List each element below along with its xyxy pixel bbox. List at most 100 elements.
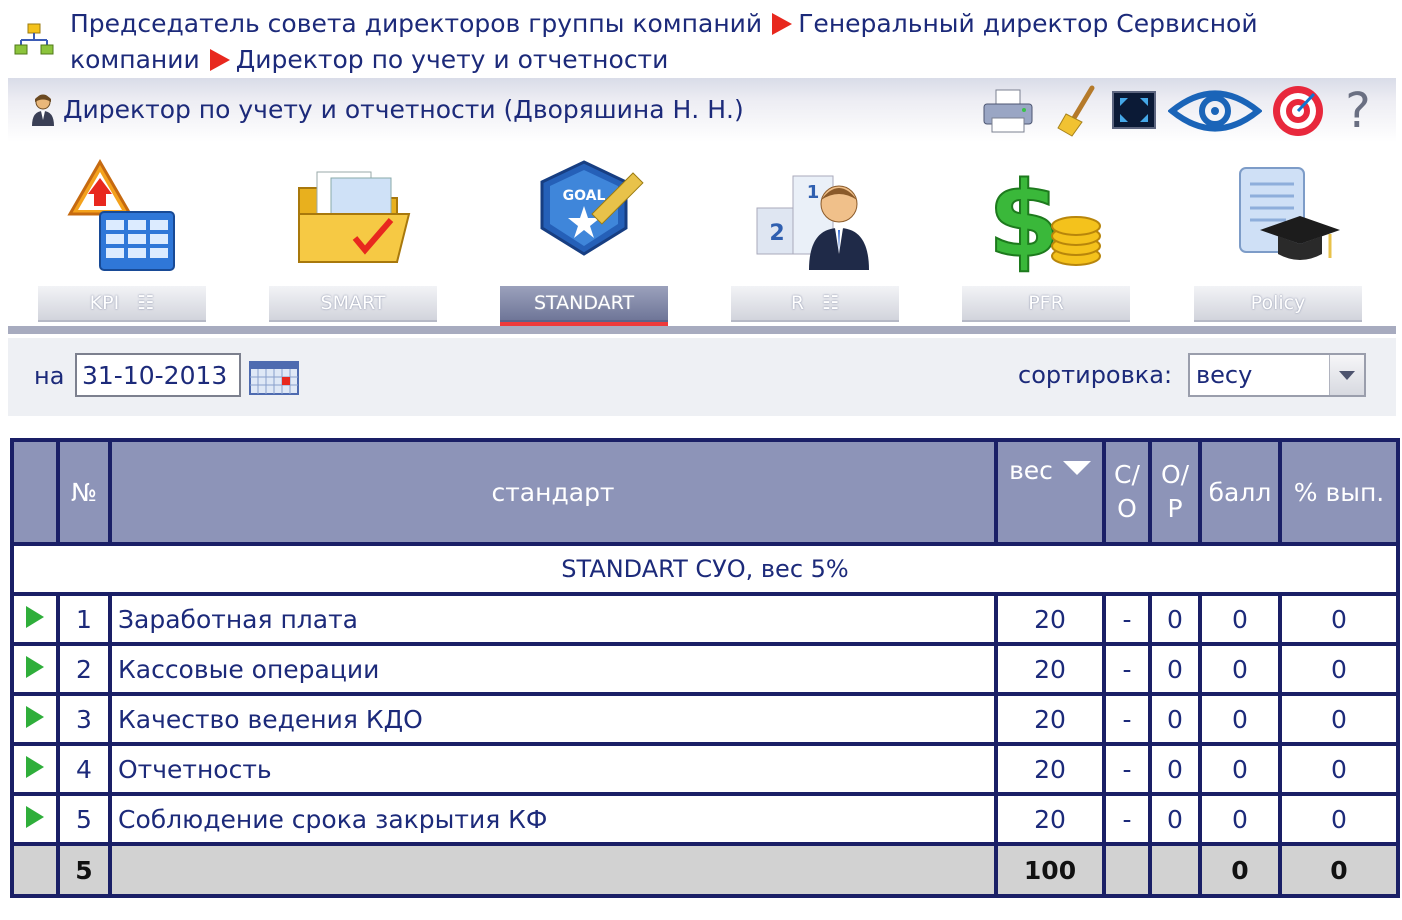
- calendar-icon[interactable]: [248, 360, 300, 396]
- eye-icon[interactable]: [1168, 84, 1262, 138]
- svg-text:1: 1: [807, 182, 820, 203]
- fullscreen-icon[interactable]: [1110, 84, 1158, 138]
- broom-icon[interactable]: [1054, 84, 1100, 138]
- total-count: 5: [56, 842, 112, 898]
- module-label: Policy: [1194, 286, 1362, 322]
- filter-bar: на сортировка: весу: [8, 338, 1396, 416]
- cell-co: -: [1102, 692, 1152, 746]
- printer-icon[interactable]: [978, 84, 1038, 138]
- goal-icon: GOAL: [540, 160, 644, 256]
- expand-cell[interactable]: [10, 792, 60, 846]
- breadcrumb: Председатель совета директоров группы ко…: [12, 4, 1352, 74]
- module-label: KPI ☷: [38, 286, 206, 322]
- expand-arrow-icon[interactable]: [26, 805, 44, 828]
- col-score[interactable]: балл: [1198, 438, 1282, 546]
- cell-name[interactable]: Соблюдение срока закрытия КФ: [108, 792, 998, 846]
- module-pfr[interactable]: $ PFR: [962, 158, 1130, 338]
- chevron-down-icon[interactable]: [1329, 355, 1364, 395]
- page-title: Директор по учету и отчетности (Дворяшин…: [63, 95, 744, 124]
- module-r[interactable]: 2 1 R ☷: [731, 158, 899, 338]
- col-co[interactable]: С/О: [1102, 438, 1152, 546]
- cell-name[interactable]: Отчетность: [108, 742, 998, 796]
- ranking-icon: 2 1: [756, 175, 869, 270]
- cell-num: 2: [56, 642, 112, 696]
- user-icon: [32, 94, 54, 126]
- expand-cell[interactable]: [10, 692, 60, 746]
- col-standard[interactable]: стандарт: [108, 438, 998, 546]
- col-op[interactable]: О/Р: [1148, 438, 1202, 546]
- total-empty: [1102, 842, 1152, 898]
- expand-arrow-icon[interactable]: [26, 655, 44, 678]
- org-chart-icon: [14, 23, 54, 55]
- svg-text:2: 2: [769, 221, 784, 246]
- expand-cell[interactable]: [10, 592, 60, 646]
- cell-num: 4: [56, 742, 112, 796]
- table-row[interactable]: 1 Заработная плата 20 - 0 0 0: [10, 592, 1400, 646]
- sort-select[interactable]: весу: [1188, 353, 1366, 397]
- total-empty: [1148, 842, 1202, 898]
- cell-weight: 20: [994, 692, 1106, 746]
- target-icon[interactable]: [1270, 84, 1326, 138]
- expand-arrow-icon[interactable]: [26, 705, 44, 728]
- cell-co: -: [1102, 792, 1152, 846]
- cell-name[interactable]: Заработная плата: [108, 592, 998, 646]
- breadcrumb-item-accounting-director[interactable]: Директор по учету и отчетности: [236, 45, 669, 74]
- cell-pct: 0: [1278, 792, 1400, 846]
- cell-op: 0: [1148, 692, 1202, 746]
- expand-arrow-icon[interactable]: [26, 605, 44, 628]
- expand-arrow-icon[interactable]: [26, 755, 44, 778]
- svg-text:GOAL: GOAL: [563, 188, 606, 204]
- table-row[interactable]: 5 Соблюдение срока закрытия КФ 20 - 0 0 …: [10, 792, 1400, 846]
- module-policy[interactable]: Policy: [1194, 158, 1362, 338]
- total-empty: [108, 842, 998, 898]
- total-pct: 0: [1278, 842, 1400, 898]
- cell-weight: 20: [994, 642, 1106, 696]
- breadcrumb-arrow-icon: [772, 13, 793, 35]
- cell-weight: 20: [994, 592, 1106, 646]
- breadcrumb-arrow-icon: [209, 49, 230, 71]
- cell-name[interactable]: Кассовые операции: [108, 642, 998, 696]
- group-row: STANDART СУО, вес 5%: [10, 542, 1400, 596]
- cell-op: 0: [1148, 592, 1202, 646]
- cell-co: -: [1102, 592, 1152, 646]
- module-label: R ☷: [731, 286, 899, 322]
- table-header-row: № стандарт вес С/О О/Р балл % вып.: [10, 438, 1400, 546]
- module-label: PFR: [962, 286, 1130, 322]
- module-kpi[interactable]: KPI ☷: [38, 158, 206, 338]
- module-smart[interactable]: SMART: [269, 158, 437, 338]
- module-label: STANDART: [500, 286, 668, 322]
- table-row[interactable]: 3 Качество ведения КДО 20 - 0 0 0: [10, 692, 1400, 746]
- cell-pct: 0: [1278, 592, 1400, 646]
- module-standart[interactable]: GOAL STANDART: [500, 158, 668, 338]
- cell-op: 0: [1148, 642, 1202, 696]
- cell-score: 0: [1198, 792, 1282, 846]
- cell-op: 0: [1148, 792, 1202, 846]
- cell-num: 3: [56, 692, 112, 746]
- total-score: 0: [1198, 842, 1282, 898]
- expand-cell[interactable]: [10, 642, 60, 696]
- table-row[interactable]: 4 Отчетность 20 - 0 0 0: [10, 742, 1400, 796]
- help-icon[interactable]: ?: [1338, 84, 1378, 138]
- money-icon: $: [987, 158, 1101, 278]
- cell-pct: 0: [1278, 642, 1400, 696]
- total-empty: [10, 842, 60, 898]
- date-input[interactable]: [75, 353, 241, 397]
- cell-weight: 20: [994, 792, 1106, 846]
- cell-op: 0: [1148, 742, 1202, 796]
- cell-pct: 0: [1278, 742, 1400, 796]
- kpi-icon: [67, 158, 175, 271]
- breadcrumb-item-chairman[interactable]: Председатель совета директоров группы ко…: [70, 9, 762, 38]
- expand-cell[interactable]: [10, 742, 60, 796]
- cell-name[interactable]: Качество ведения КДО: [108, 692, 998, 746]
- cell-co: -: [1102, 642, 1152, 696]
- module-label: SMART: [269, 286, 437, 322]
- col-pct[interactable]: % вып.: [1278, 438, 1400, 546]
- diploma-icon: [1239, 167, 1340, 260]
- cell-weight: 20: [994, 742, 1106, 796]
- cell-score: 0: [1198, 592, 1282, 646]
- cell-score: 0: [1198, 692, 1282, 746]
- col-expand: [10, 438, 60, 546]
- col-weight[interactable]: вес: [994, 438, 1106, 546]
- table-row[interactable]: 2 Кассовые операции 20 - 0 0 0: [10, 642, 1400, 696]
- col-num[interactable]: №: [56, 438, 112, 546]
